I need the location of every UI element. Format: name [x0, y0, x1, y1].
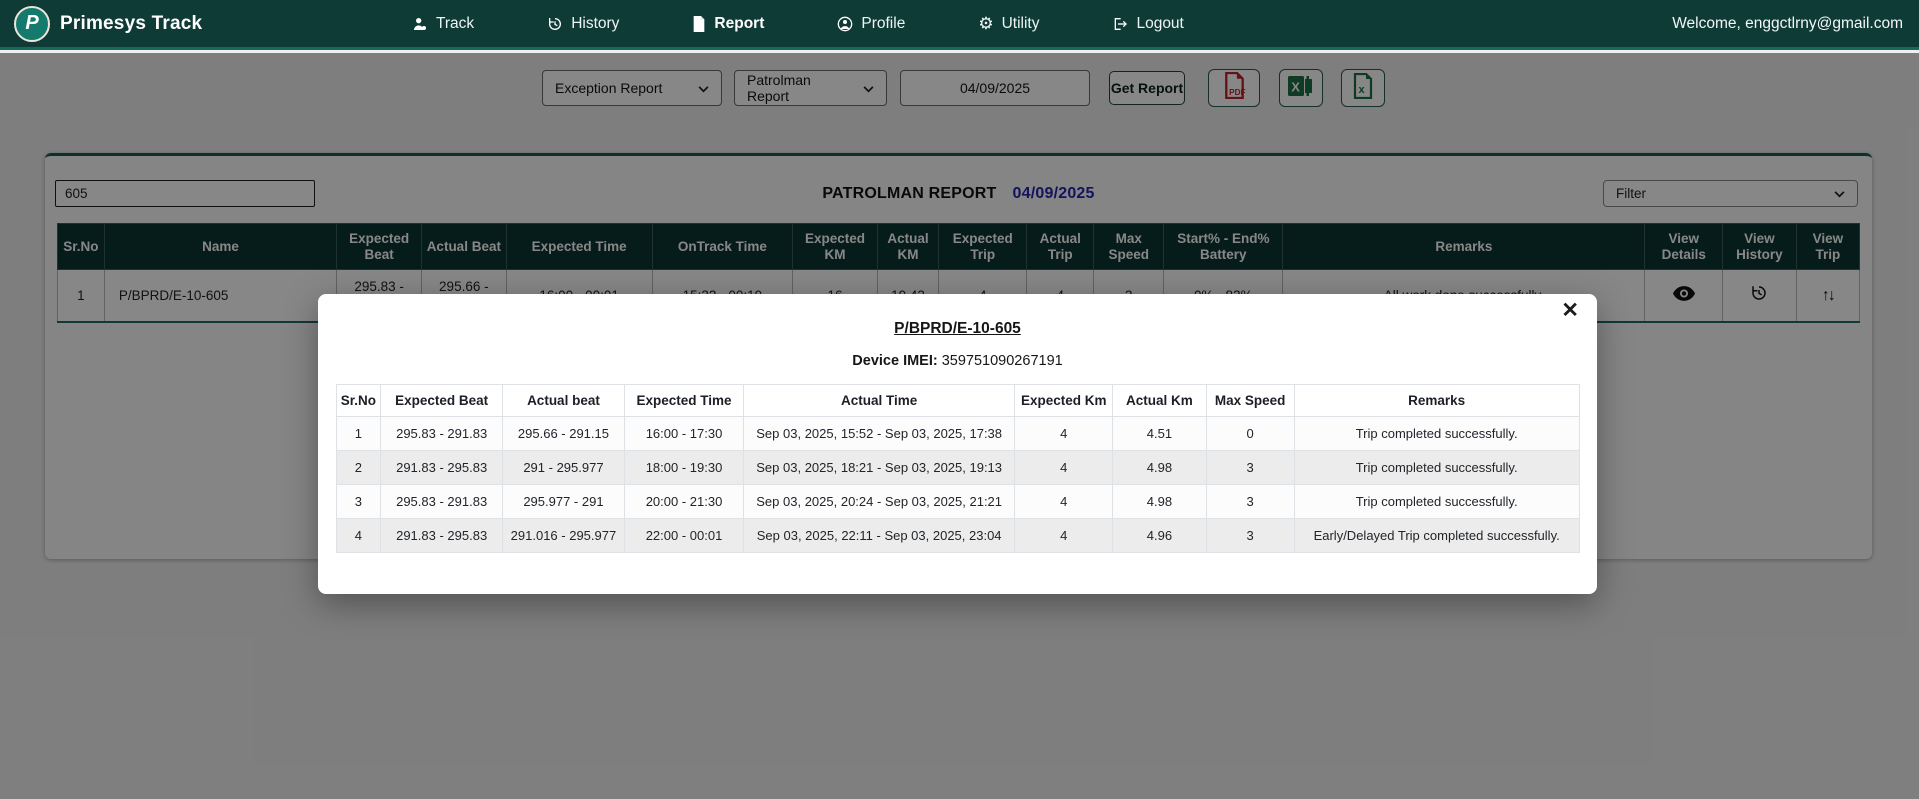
cell: 4: [1015, 485, 1113, 519]
col-header: Expected Beat: [381, 385, 503, 417]
app-title: Primesys Track: [60, 13, 202, 35]
cell: 295.83 - 291.83: [381, 485, 503, 519]
cell: 3: [1206, 485, 1294, 519]
trip-details-modal: ✕ P/BPRD/E-10-605 Device IMEI: 359751090…: [318, 294, 1597, 594]
top-navbar: P Primesys Track Track History Report P: [0, 0, 1919, 50]
cell: Trip completed successfully.: [1294, 417, 1579, 451]
app-logo-icon: P: [14, 6, 50, 42]
nav-label: History: [571, 15, 619, 33]
cell: Sep 03, 2025, 18:21 - Sep 03, 2025, 19:1…: [744, 451, 1015, 485]
cell: 4: [1015, 519, 1113, 553]
welcome-text: Welcome, enggctlrny@gmail.com: [1672, 15, 1903, 33]
cell: Trip completed successfully.: [1294, 485, 1579, 519]
table-row: 1 295.83 - 291.83 295.66 - 291.15 16:00 …: [336, 417, 1579, 451]
cell: 295.83 - 291.83: [381, 417, 503, 451]
nav-label: Profile: [861, 15, 905, 33]
cell: Sep 03, 2025, 20:24 - Sep 03, 2025, 21:2…: [744, 485, 1015, 519]
logout-icon: [1112, 16, 1128, 32]
nav-label: Report: [714, 15, 764, 33]
trip-details-table: Sr.No Expected Beat Actual beat Expected…: [336, 384, 1580, 553]
person-pin-icon: [412, 16, 428, 32]
cell: 4: [1015, 451, 1113, 485]
device-imei: Device IMEI: 359751090267191: [318, 353, 1597, 369]
cell: 4.98: [1113, 485, 1206, 519]
nav-item-history[interactable]: History: [547, 15, 619, 33]
cell: 20:00 - 21:30: [624, 485, 743, 519]
cell: Early/Delayed Trip completed successfull…: [1294, 519, 1579, 553]
cell: 16:00 - 17:30: [624, 417, 743, 451]
table-row: 2 291.83 - 295.83 291 - 295.977 18:00 - …: [336, 451, 1579, 485]
brand: P Primesys Track: [14, 6, 202, 42]
cell: 0: [1206, 417, 1294, 451]
cell: 291.83 - 295.83: [381, 451, 503, 485]
cell: 3: [336, 485, 381, 519]
device-imei-label: Device IMEI:: [852, 353, 937, 369]
cell: 295.977 - 291: [503, 485, 625, 519]
nav-label: Logout: [1136, 15, 1183, 33]
cell: Sep 03, 2025, 15:52 - Sep 03, 2025, 17:3…: [744, 417, 1015, 451]
col-header: Max Speed: [1206, 385, 1294, 417]
nav-item-report[interactable]: Report: [692, 15, 764, 33]
col-header: Sr.No: [336, 385, 381, 417]
nav-item-track[interactable]: Track: [412, 15, 474, 33]
cell: 291.016 - 295.977: [503, 519, 625, 553]
cell: 22:00 - 00:01: [624, 519, 743, 553]
nav-item-profile[interactable]: Profile: [837, 15, 905, 33]
cell: Sep 03, 2025, 22:11 - Sep 03, 2025, 23:0…: [744, 519, 1015, 553]
cell: Trip completed successfully.: [1294, 451, 1579, 485]
col-header: Actual beat: [503, 385, 625, 417]
col-header: Actual Km: [1113, 385, 1206, 417]
nav-item-logout[interactable]: Logout: [1112, 15, 1183, 33]
cell: 3: [1206, 451, 1294, 485]
cell: 291 - 295.977: [503, 451, 625, 485]
cell: 2: [336, 451, 381, 485]
cell: 291.83 - 295.83: [381, 519, 503, 553]
modal-header-row: Sr.No Expected Beat Actual beat Expected…: [336, 385, 1579, 417]
modal-title: P/BPRD/E-10-605: [318, 294, 1597, 338]
cell: 4: [336, 519, 381, 553]
cell: 4.51: [1113, 417, 1206, 451]
nav-label: Track: [436, 15, 474, 33]
nav-menu: Track History Report Profile ⚙ Utility: [412, 15, 1184, 33]
cell: 3: [1206, 519, 1294, 553]
nav-item-utility[interactable]: ⚙ Utility: [978, 15, 1039, 33]
col-header: Expected Time: [624, 385, 743, 417]
col-header: Actual Time: [744, 385, 1015, 417]
history-icon: [547, 16, 563, 32]
table-row: 4 291.83 - 295.83 291.016 - 295.977 22:0…: [336, 519, 1579, 553]
cell: 295.66 - 291.15: [503, 417, 625, 451]
report-file-icon: [692, 16, 706, 32]
col-header: Expected Km: [1015, 385, 1113, 417]
cell: 4.98: [1113, 451, 1206, 485]
gear-icon: ⚙: [978, 15, 993, 32]
device-imei-value: 359751090267191: [942, 353, 1063, 369]
cell: 4.96: [1113, 519, 1206, 553]
table-row: 3 295.83 - 291.83 295.977 - 291 20:00 - …: [336, 485, 1579, 519]
close-icon[interactable]: ✕: [1561, 300, 1579, 321]
cell: 18:00 - 19:30: [624, 451, 743, 485]
nav-label: Utility: [1002, 15, 1040, 33]
cell: 4: [1015, 417, 1113, 451]
col-header: Remarks: [1294, 385, 1579, 417]
person-circle-icon: [837, 16, 853, 32]
cell: 1: [336, 417, 381, 451]
